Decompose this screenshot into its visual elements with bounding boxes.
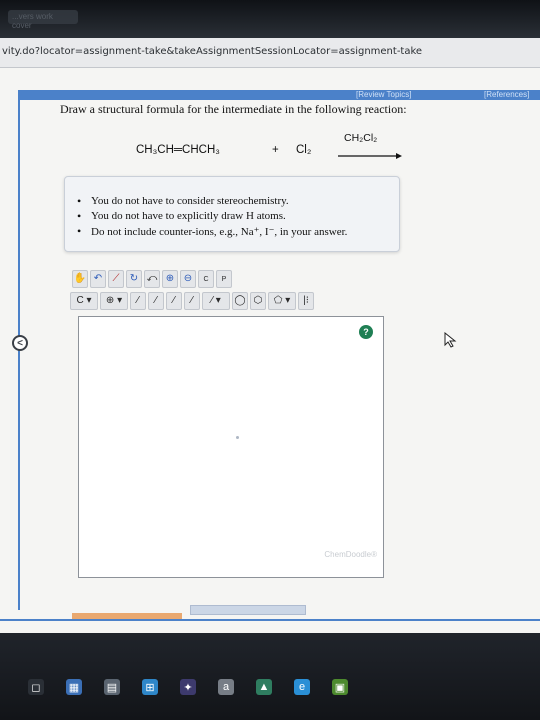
- toolbar-row-top: ✋ ↶ ⟋ ↻ ⤺ ⊕ ⊖ C P: [72, 270, 232, 290]
- windows-app-icon[interactable]: ⊞: [142, 679, 158, 695]
- progress-bar-gray: [190, 605, 306, 615]
- url-text[interactable]: vity.do?locator=assignment-take&takeAssi…: [2, 46, 422, 57]
- double-bond-icon[interactable]: ⁄: [148, 292, 164, 310]
- question-header-bar: [20, 90, 540, 100]
- browser-title-bar: ...vers work cover: [0, 0, 540, 38]
- solvent-label: CH₂Cl₂: [344, 132, 378, 144]
- ring-icon[interactable]: ◯: [232, 292, 248, 310]
- periodic-table-icon[interactable]: P: [216, 270, 232, 288]
- clean-icon[interactable]: C: [198, 270, 214, 288]
- atom-select-dropdown[interactable]: C ▾: [70, 292, 98, 310]
- photos-icon[interactable]: ▲: [256, 679, 272, 695]
- single-bond-icon[interactable]: ⁄: [130, 292, 146, 310]
- file-explorer-icon[interactable]: ▦: [66, 679, 82, 695]
- taskbar-icons: ◻ ▦ ▤ ⊞ ✦ a ▲ e ▣: [28, 679, 348, 695]
- review-topics-link[interactable]: [Review Topics]: [356, 90, 411, 99]
- references-link[interactable]: [References]: [484, 90, 529, 99]
- hint-box: You do not have to consider stereochemis…: [64, 176, 400, 252]
- ring-size-dropdown[interactable]: ⬠ ▾: [268, 292, 296, 310]
- edge-browser-icon[interactable]: e: [294, 679, 310, 695]
- amazon-icon[interactable]: a: [218, 679, 234, 695]
- chemdoodle-watermark: ChemDoodle®: [324, 550, 377, 559]
- reactant-chlorine: Cl₂: [296, 144, 312, 156]
- hint-item: Do not include counter-ions, e.g., Na⁺, …: [77, 224, 347, 240]
- mouse-pointer-icon: [444, 332, 457, 348]
- canvas-center-marker: [236, 436, 239, 439]
- task-view-icon[interactable]: ◻: [28, 679, 44, 695]
- assignment-page: [Review Topics] [References] Draw a stru…: [0, 68, 540, 633]
- triple-bond-icon[interactable]: ⁄: [166, 292, 182, 310]
- hint-item: You do not have to consider stereochemis…: [77, 194, 347, 210]
- app-tile-icon[interactable]: ▣: [332, 679, 348, 695]
- help-icon[interactable]: ?: [359, 325, 373, 339]
- eraser-icon[interactable]: ⟋: [108, 270, 124, 288]
- question-prompt: Draw a structural formula for the interm…: [60, 102, 407, 116]
- benzene-icon[interactable]: ⬡: [250, 292, 266, 310]
- collapse-panel-button[interactable]: <: [12, 335, 28, 351]
- address-bar[interactable]: vity.do?locator=assignment-take&takeAssi…: [0, 38, 540, 68]
- hand-tool-icon[interactable]: ✋: [72, 270, 88, 288]
- rotate-icon[interactable]: ⤺: [144, 270, 160, 288]
- wedge-bond-icon[interactable]: ⁄: [184, 292, 200, 310]
- bottom-border: [0, 619, 540, 621]
- plus-sign: +: [272, 144, 279, 156]
- drawing-canvas[interactable]: ? ChemDoodle®: [78, 316, 384, 578]
- charge-dropdown[interactable]: ⊕ ▾: [100, 292, 128, 310]
- bond-type-dropdown[interactable]: ⁄ ▾: [202, 292, 230, 310]
- hint-list: You do not have to consider stereochemis…: [77, 194, 347, 240]
- chemdoodle-toolbar: ✋ ↶ ⟋ ↻ ⤺ ⊕ ⊖ C P C ▾ ⊕ ▾ ⁄ ⁄ ⁄ ⁄ ⁄ ▾ ◯ …: [70, 268, 386, 314]
- chain-tool-icon[interactable]: |⁝: [298, 292, 314, 310]
- redo-icon[interactable]: ↻: [126, 270, 142, 288]
- reaction-arrow-icon: [338, 153, 402, 159]
- hint-item: You do not have to explicitly draw H ato…: [77, 209, 347, 225]
- reaction-equation: CH₃CH═CHCH₃ + Cl₂ CH₂Cl₂: [136, 132, 416, 162]
- store-icon[interactable]: ▤: [104, 679, 120, 695]
- zoom-out-icon[interactable]: ⊖: [180, 270, 196, 288]
- reactant-alkene: CH₃CH═CHCH₃: [136, 144, 220, 156]
- zoom-in-icon[interactable]: ⊕: [162, 270, 178, 288]
- undo-icon[interactable]: ↶: [90, 270, 106, 288]
- browser-tab-title: ...vers work cover: [12, 12, 53, 30]
- taskbar: ◻ ▦ ▤ ⊞ ✦ a ▲ e ▣: [0, 633, 540, 720]
- toolbar-row-bottom: C ▾ ⊕ ▾ ⁄ ⁄ ⁄ ⁄ ⁄ ▾ ◯ ⬡ ⬠ ▾ |⁝: [70, 292, 314, 312]
- media-app-icon[interactable]: ✦: [180, 679, 196, 695]
- browser-tab[interactable]: ...vers work cover: [8, 10, 78, 30]
